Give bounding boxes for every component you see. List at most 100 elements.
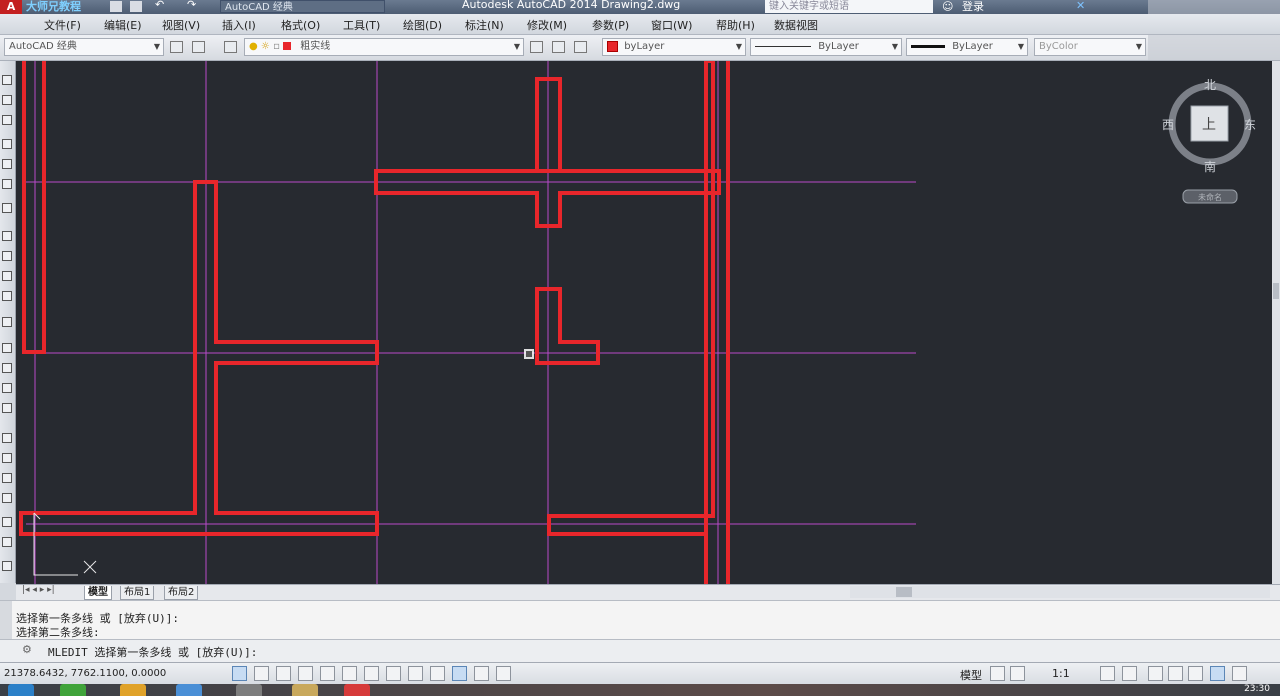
menu-parametric[interactable]: 参数(P) [592, 17, 629, 33]
command-customize-icon[interactable]: ⚙ [22, 643, 32, 656]
table-tool-icon[interactable] [2, 537, 12, 547]
command-line[interactable]: ⚙ MLEDIT 选择第一条多线 或 [放弃(U)]: [0, 639, 1280, 662]
array-tool-icon[interactable] [2, 317, 12, 327]
horizontal-scroll-thumb[interactable] [896, 587, 912, 597]
menu-format[interactable]: 格式(O) [281, 17, 320, 33]
layer-dropdown[interactable]: ● ☼ ▫ 粗实线 ▼ [244, 38, 524, 56]
3d-osnap-toggle-icon[interactable] [342, 666, 357, 681]
dyn-toggle-icon[interactable] [408, 666, 423, 681]
annotation-scale[interactable]: 1:1 [1052, 667, 1070, 680]
menu-draw[interactable]: 绘图(D) [403, 17, 442, 33]
erase-tool-icon[interactable] [2, 231, 12, 241]
color-dropdown[interactable]: byLayer ▼ [602, 38, 746, 56]
mirror-tool-icon[interactable] [2, 271, 12, 281]
tab-nav-arrows[interactable]: |◂ ◂ ▸ ▸| [22, 585, 55, 595]
drawing-canvas[interactable]: 上 北 南 东 西 未命名 [16, 61, 1272, 584]
exchange-icon[interactable]: ✕ [1076, 0, 1085, 12]
workspace-switching-icon[interactable] [1148, 666, 1163, 681]
zoom-realtime-icon[interactable] [2, 363, 12, 373]
ducs-toggle-icon[interactable] [386, 666, 401, 681]
undo-icon[interactable]: ↶ [155, 0, 164, 11]
window-controls[interactable] [1148, 0, 1280, 14]
rectangle-tool-icon[interactable] [2, 159, 12, 169]
markup-icon[interactable] [2, 493, 12, 503]
menu-insert[interactable]: 插入(I) [222, 17, 256, 33]
viewcube[interactable]: 上 北 南 东 西 未命名 [1162, 78, 1256, 204]
help-icon[interactable] [2, 561, 12, 571]
pan-tool-icon[interactable] [2, 343, 12, 353]
copy-tool-icon[interactable] [2, 251, 12, 261]
polygon-tool-icon[interactable] [2, 139, 12, 149]
print-icon[interactable] [130, 1, 142, 12]
arc-tool-icon[interactable] [2, 179, 12, 189]
infer-constraints-icon[interactable] [232, 666, 247, 681]
coordinate-readout[interactable]: 21378.6432, 7762.1100, 0.0000 [4, 668, 166, 679]
tab-layout1[interactable]: 布局1 [120, 586, 155, 600]
menu-view[interactable]: 视图(V) [162, 17, 200, 33]
taskbar-app-1[interactable] [60, 684, 86, 696]
hardware-acceleration-icon[interactable] [1188, 666, 1203, 681]
layer-previous-icon[interactable] [552, 41, 565, 53]
menu-help[interactable]: 帮助(H) [716, 17, 755, 33]
polyline-tool-icon[interactable] [2, 115, 12, 125]
otrack-toggle-icon[interactable] [364, 666, 379, 681]
offset-tool-icon[interactable] [2, 291, 12, 301]
construction-line-icon[interactable] [2, 95, 12, 105]
linetype-dropdown[interactable]: ByLayer ▼ [750, 38, 902, 56]
quick-view-drawings-icon[interactable] [1010, 666, 1025, 681]
lock-ui-icon[interactable] [1168, 666, 1183, 681]
lineweight-toggle-icon[interactable] [430, 666, 445, 681]
grid-toggle-icon[interactable] [254, 666, 269, 681]
layer-state-icon[interactable] [574, 41, 587, 53]
taskbar-app-3[interactable] [176, 684, 202, 696]
quick-view-layouts-icon[interactable] [990, 666, 1005, 681]
ortho-toggle-icon[interactable] [276, 666, 291, 681]
model-space-button[interactable]: 模型 [960, 667, 982, 683]
save-icon[interactable] [110, 1, 122, 12]
workspace-dropdown-top[interactable]: AutoCAD 经典 [220, 0, 385, 13]
transparency-toggle-icon[interactable] [452, 666, 467, 681]
menu-window[interactable]: 窗口(W) [651, 17, 692, 33]
taskbar-app-4[interactable] [236, 684, 262, 696]
calculator-icon[interactable] [2, 517, 12, 527]
design-center-icon[interactable] [2, 453, 12, 463]
lineweight-dropdown[interactable]: ByLayer ▼ [906, 38, 1028, 56]
autocad-logo[interactable]: A [0, 0, 22, 14]
tab-model[interactable]: 模型 [84, 586, 112, 600]
auto-scale-icon[interactable] [1122, 666, 1137, 681]
start-button[interactable] [8, 684, 34, 696]
horizontal-scrollbar[interactable] [850, 586, 1270, 598]
zoom-window-icon[interactable] [2, 383, 12, 393]
taskbar-autocad[interactable] [344, 684, 370, 696]
menu-file[interactable]: 文件(F) [44, 17, 81, 33]
circle-tool-icon[interactable] [2, 203, 12, 213]
redo-icon[interactable]: ↷ [187, 0, 196, 11]
line-tool-icon[interactable] [2, 75, 12, 85]
selection-cycling-icon[interactable] [496, 666, 511, 681]
osnap-toggle-icon[interactable] [320, 666, 335, 681]
tool-palettes-icon[interactable] [2, 473, 12, 483]
menu-dimension[interactable]: 标注(N) [465, 17, 504, 33]
vertical-scroll-thumb[interactable] [1273, 283, 1279, 299]
workspace-save-icon[interactable] [192, 41, 205, 53]
taskbar-app-2[interactable] [120, 684, 146, 696]
command-prompt[interactable]: MLEDIT 选择第一条多线 或 [放弃(U)]: [48, 644, 257, 660]
workspace-dropdown[interactable]: AutoCAD 经典 ▼ [4, 38, 164, 56]
taskbar-app-5[interactable] [292, 684, 318, 696]
quick-properties-icon[interactable] [474, 666, 489, 681]
properties-icon[interactable] [2, 433, 12, 443]
make-current-layer-icon[interactable] [530, 41, 543, 53]
menu-modify[interactable]: 修改(M) [527, 17, 567, 33]
menu-tools[interactable]: 工具(T) [343, 17, 380, 33]
isolate-objects-icon[interactable] [1210, 666, 1225, 681]
annotation-visibility-icon[interactable] [1100, 666, 1115, 681]
search-input[interactable]: 键入关键字或短语 [765, 0, 933, 13]
command-window-handle[interactable] [0, 601, 12, 639]
vertical-scrollbar[interactable] [1272, 61, 1280, 584]
menu-dataview[interactable]: 数据视图 [774, 17, 818, 33]
workspace-settings-icon[interactable] [170, 41, 183, 53]
login-link[interactable]: 登录 [962, 0, 984, 14]
clean-screen-icon[interactable] [1232, 666, 1247, 681]
polar-toggle-icon[interactable] [298, 666, 313, 681]
zoom-previous-icon[interactable] [2, 403, 12, 413]
